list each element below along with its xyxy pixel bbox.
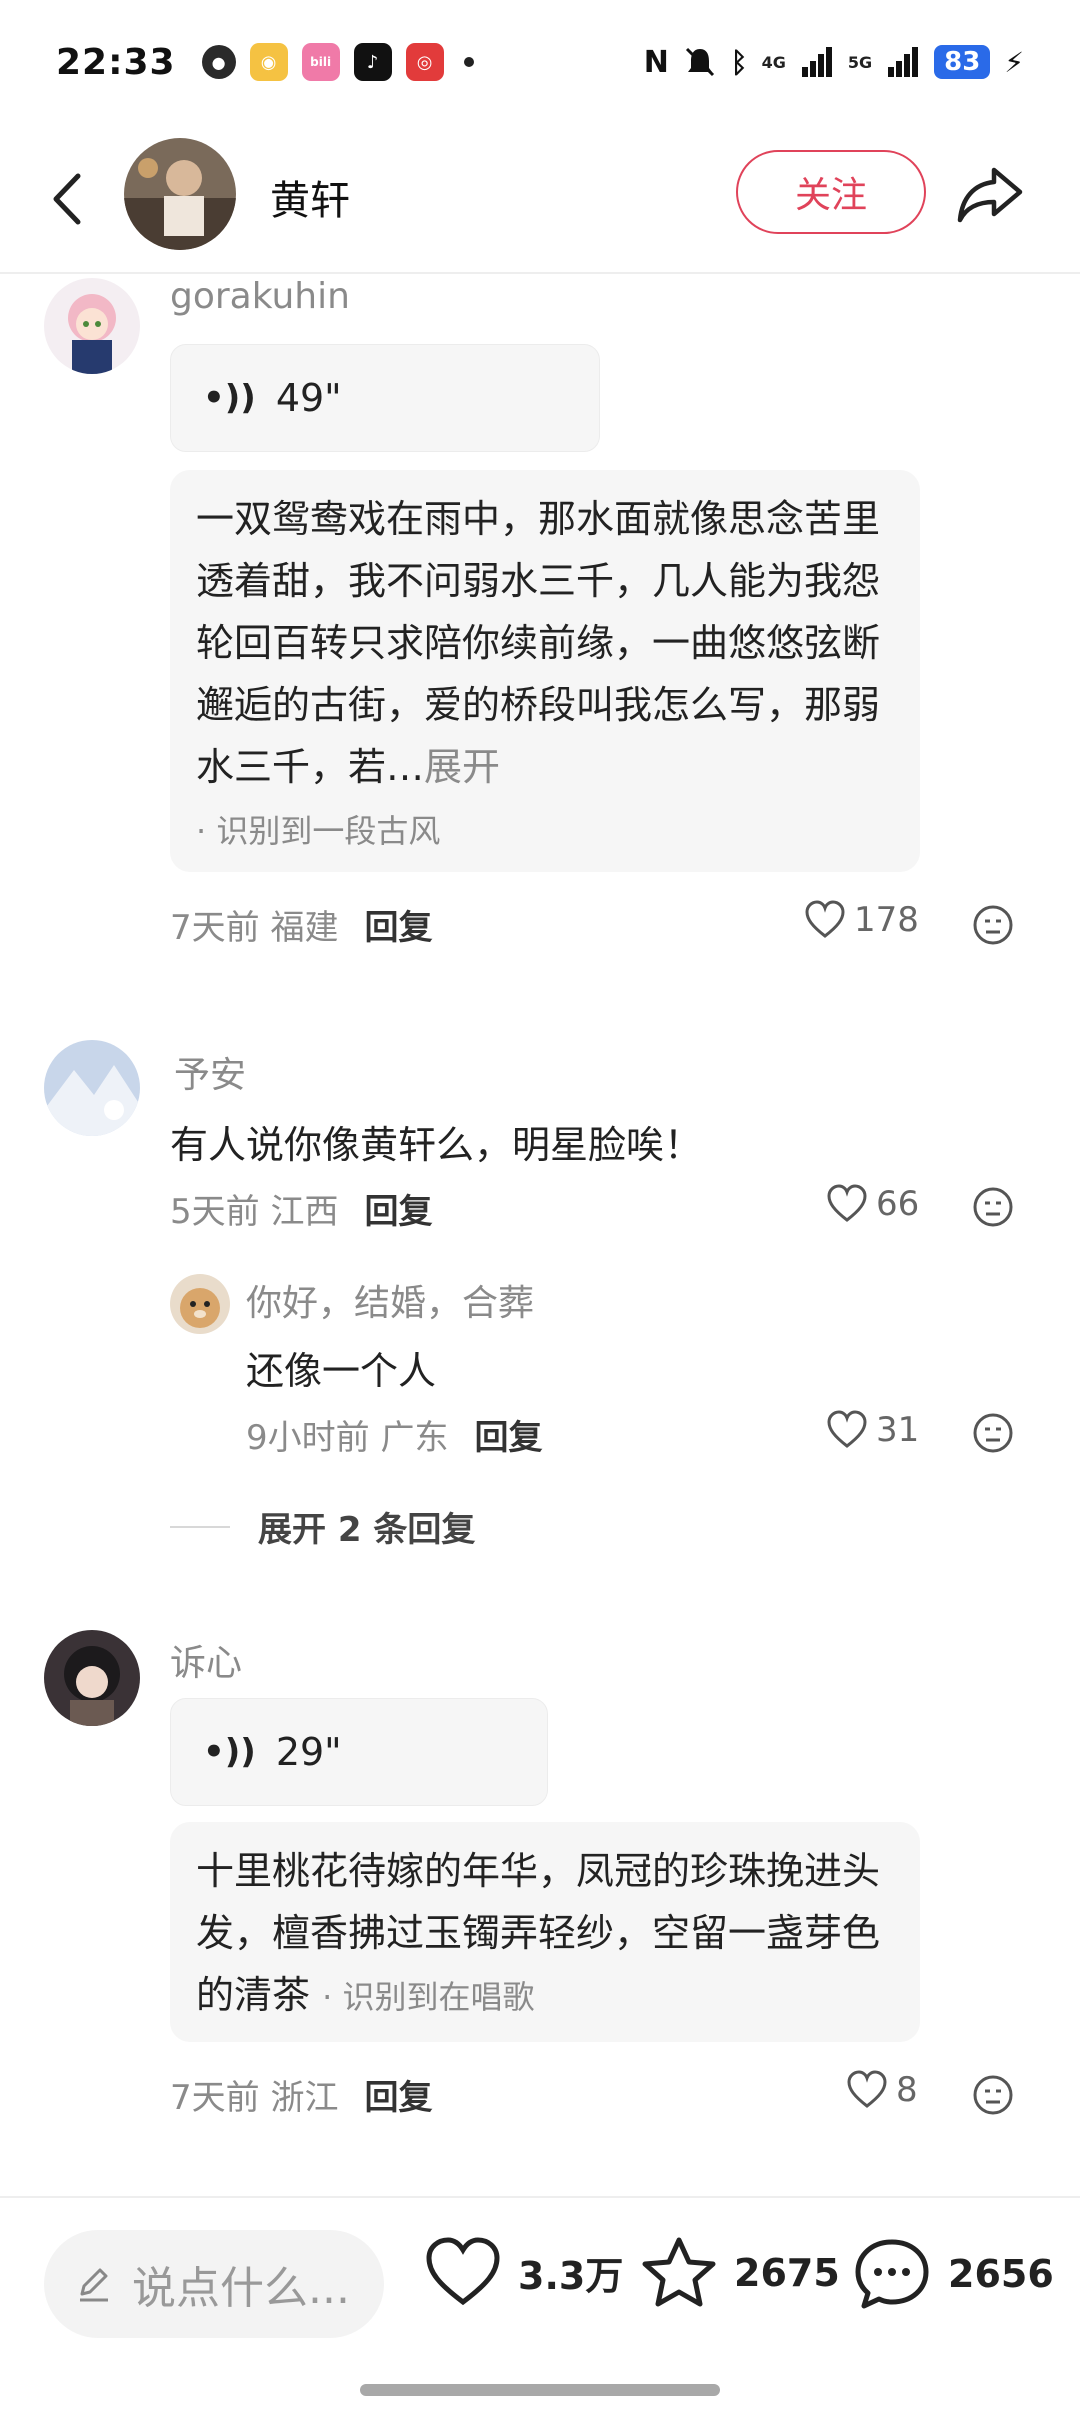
- heart-icon: [847, 2070, 887, 2108]
- emoji-react-icon[interactable]: [972, 2074, 1014, 2116]
- lyric-tag: · 识别到一段古风: [196, 812, 441, 850]
- like-post-button[interactable]: 3.3万: [424, 2236, 623, 2308]
- heart-icon: [805, 900, 845, 938]
- network-5g-label: 5G: [847, 52, 873, 72]
- network-4g-label: 4G: [761, 52, 786, 72]
- post-like-count: 3.3万: [518, 2253, 624, 2298]
- comment-avatar[interactable]: [44, 1040, 140, 1136]
- like-button[interactable]: 31: [826, 1410, 919, 1450]
- expand-replies-button[interactable]: 展开 2 条回复: [170, 1502, 475, 1551]
- share-icon[interactable]: [954, 162, 1026, 226]
- signal-5g-icon: [888, 47, 919, 77]
- divider-line: [170, 1525, 230, 1528]
- reply-avatar[interactable]: [170, 1274, 230, 1334]
- lyric-tag: · 识别到在唱歌: [322, 1978, 535, 2016]
- reply-location: 广东: [380, 1418, 449, 1458]
- back-arrow-icon[interactable]: [40, 164, 100, 234]
- reply-username[interactable]: 你好，结婚，合葬: [246, 1274, 534, 1326]
- like-button[interactable]: 8: [846, 2070, 918, 2110]
- like-count: 8: [896, 2070, 918, 2110]
- like-button[interactable]: 66: [826, 1184, 919, 1224]
- favorite-post-button[interactable]: 2675: [640, 2236, 840, 2310]
- lyric-text: 一双鸳鸯戏在雨中，那水面就像思念苦里透着甜，我不问弱水三千，几人能为我怨轮回百转…: [196, 497, 881, 789]
- post-favorite-count: 2675: [734, 2251, 840, 2295]
- comment-time: 7天前: [170, 908, 260, 948]
- voice-duration: 49": [275, 376, 342, 420]
- home-indicator[interactable]: [360, 2384, 720, 2396]
- wechat-icon: ●: [201, 45, 236, 79]
- voice-message[interactable]: •)) 49": [170, 344, 600, 452]
- reply-button[interactable]: 回复: [474, 1410, 542, 1459]
- charging-icon: ⚡: [1004, 45, 1024, 79]
- like-button[interactable]: 178: [804, 900, 919, 940]
- comment-time: 5天前: [170, 1192, 260, 1232]
- lyric-recognition-box[interactable]: 一双鸳鸯戏在雨中，那水面就像思念苦里透着甜，我不问弱水三千，几人能为我怨轮回百转…: [170, 470, 920, 872]
- signal-4g-icon: [801, 47, 832, 77]
- battery-level: 83: [934, 45, 991, 79]
- audio-wave-icon: •)): [203, 378, 256, 418]
- heart-icon: [827, 1410, 867, 1448]
- like-count: 178: [854, 900, 919, 940]
- status-time: 22:33: [56, 41, 176, 83]
- comment-meta: 7天前 福建 回复: [170, 900, 432, 949]
- reply-text: 还像一个人: [246, 1349, 437, 1393]
- voice-message[interactable]: •)) 29": [170, 1698, 548, 1806]
- reply-time: 9小时前: [246, 1418, 370, 1458]
- pencil-icon: [80, 2268, 108, 2302]
- bilibili-icon: bili: [301, 43, 340, 81]
- header: 黄轩 关注: [0, 124, 1080, 274]
- more-notifications-icon: [463, 57, 474, 67]
- like-count: 66: [876, 1184, 920, 1224]
- comment-input-placeholder: 说点什么...: [132, 2263, 350, 2314]
- comment-text: 有人说你像黄轩么，明星脸唉！: [170, 1123, 703, 1167]
- comment-bubble-icon: [855, 2239, 929, 2309]
- mute-bell-icon: [685, 47, 714, 77]
- reply-meta: 9小时前 广东 回复: [246, 1410, 542, 1459]
- netease-music-icon: ◎: [405, 43, 444, 81]
- comment-avatar[interactable]: [44, 1630, 140, 1726]
- comment-meta: 5天前 江西 回复: [170, 1184, 432, 1233]
- comment-avatar[interactable]: [44, 278, 140, 374]
- nfc-icon: N: [643, 44, 669, 80]
- bluetooth-icon: ᛒ: [730, 45, 748, 79]
- comment-time: 7天前: [170, 2078, 260, 2118]
- emoji-react-icon[interactable]: [972, 1186, 1014, 1228]
- follow-button[interactable]: 关注: [736, 150, 926, 234]
- comment-username[interactable]: gorakuhin: [170, 276, 350, 317]
- notification-icons: ● ◉ bili ♪ ◎: [201, 43, 474, 81]
- system-icons: N ᛒ 4G 5G 83 ⚡: [644, 45, 1024, 80]
- reply-button[interactable]: 回复: [364, 900, 432, 949]
- comment-username[interactable]: 诉心: [170, 1634, 242, 1686]
- star-icon: [642, 2237, 716, 2307]
- voice-duration: 29": [275, 1730, 342, 1774]
- expand-text-link[interactable]: 展开: [424, 745, 500, 789]
- comment-input[interactable]: 说点什么...: [44, 2230, 384, 2338]
- expand-replies-label: 展开 2 条回复: [258, 1510, 476, 1550]
- heart-icon: [426, 2237, 500, 2306]
- comment-post-button[interactable]: 2656: [852, 2236, 1054, 2312]
- reply-button[interactable]: 回复: [364, 2070, 432, 2119]
- audio-wave-icon: •)): [203, 1732, 256, 1772]
- comment-meta: 7天前 浙江 回复: [170, 2070, 432, 2119]
- heart-icon: [827, 1184, 867, 1222]
- lyric-recognition-box[interactable]: 十里桃花待嫁的年华，凤冠的珍珠挽进头发，檀香拂过玉镯弄轻纱，空留一盏芽色的清茶 …: [170, 1822, 920, 2042]
- author-avatar[interactable]: [124, 138, 236, 250]
- lyric-text: 十里桃花待嫁的年华，凤冠的珍珠挽进头发，檀香拂过玉镯弄轻纱，空留一盏芽色的清茶: [196, 1849, 881, 2017]
- comment-location: 福建: [270, 908, 339, 948]
- tiktok-icon: ♪: [353, 43, 392, 81]
- reply-button[interactable]: 回复: [364, 1184, 432, 1233]
- comment-username[interactable]: 予安: [174, 1046, 246, 1098]
- status-bar: 22:33 ● ◉ bili ♪ ◎ N ᛒ 4G 5G 83 ⚡: [0, 0, 1080, 124]
- like-count: 31: [876, 1410, 920, 1450]
- bottom-action-bar: 说点什么... 3.3万 2675 2656: [0, 2196, 1080, 2412]
- weibo-icon: ◉: [249, 43, 288, 81]
- emoji-react-icon[interactable]: [972, 1412, 1014, 1454]
- author-name[interactable]: 黄轩: [270, 168, 350, 226]
- post-comment-count: 2656: [948, 2252, 1054, 2296]
- emoji-react-icon[interactable]: [972, 904, 1014, 946]
- comment-location: 浙江: [270, 2078, 339, 2118]
- comment-location: 江西: [270, 1192, 339, 1232]
